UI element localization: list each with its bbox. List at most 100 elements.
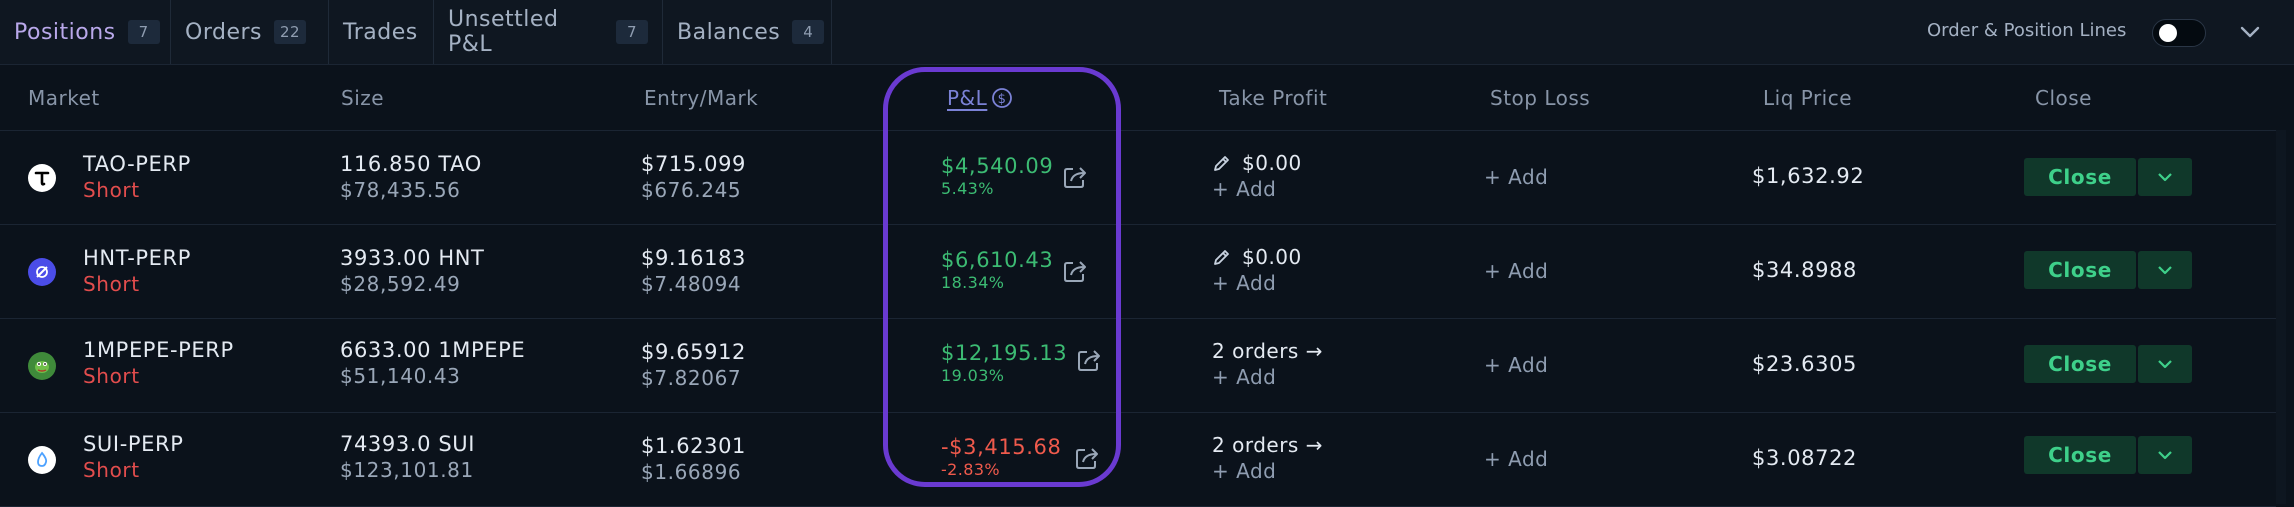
entry-price: $9.16183: [641, 246, 747, 270]
table-row[interactable]: TAO-PERP Short 116.850 TAO $78,435.56 $7…: [0, 131, 2276, 225]
take-profit-edit[interactable]: $0.00: [1212, 244, 1302, 270]
column-entry-mark: Entry/Mark: [644, 86, 759, 110]
position-size: 116.850 TAO: [340, 152, 482, 176]
market-name[interactable]: SUI-PERP: [83, 431, 183, 457]
take-profit-orders-link[interactable]: 2 orders →: [1212, 432, 1323, 458]
add-stop-loss-button[interactable]: + Add: [1484, 164, 1548, 190]
tab-balances[interactable]: Balances 4: [663, 0, 832, 64]
column-pnl[interactable]: P&L $: [947, 86, 1013, 110]
column-size: Size: [341, 86, 385, 110]
pnl-percent: 19.03%: [941, 366, 1005, 385]
sui-icon: [28, 446, 56, 474]
table-row[interactable]: SUI-PERP Short 74393.0 SUI $123,101.81 $…: [0, 413, 2276, 507]
liq-price: $34.8988: [1752, 258, 1858, 282]
pnl-percent: -2.83%: [941, 460, 1001, 479]
count-badge: 7: [616, 20, 648, 44]
take-profit-value: $0.00: [1242, 245, 1302, 269]
take-profit-edit[interactable]: $0.00: [1212, 150, 1302, 176]
tab-positions[interactable]: Positions 7: [0, 0, 171, 64]
tab-trades[interactable]: Trades: [329, 0, 434, 64]
pencil-icon: [1214, 250, 1229, 265]
pnl-value: $12,195.13: [941, 341, 1068, 365]
tab-label: Balances: [677, 19, 781, 45]
dollar-circle-icon[interactable]: $: [991, 87, 1013, 109]
tab-label: Orders: [185, 19, 262, 45]
column-liq-price: Liq Price: [1763, 86, 1853, 110]
table-scrollbar[interactable]: [2276, 130, 2286, 504]
share-icon[interactable]: [1076, 347, 1104, 373]
add-stop-loss-button[interactable]: + Add: [1484, 446, 1548, 472]
position-side: Short: [83, 458, 140, 482]
mark-price: $7.48094: [641, 272, 742, 296]
market-name[interactable]: HNT-PERP: [83, 245, 191, 271]
chevron-down-icon: [2240, 26, 2260, 38]
add-take-profit-button[interactable]: + Add: [1212, 364, 1323, 390]
share-icon[interactable]: [1074, 445, 1102, 471]
table-row[interactable]: HNT-PERP Short 3933.00 HNT $28,592.49 $9…: [0, 225, 2276, 319]
count-badge: 7: [127, 20, 160, 44]
column-take-profit: Take Profit: [1219, 86, 1328, 110]
table-row[interactable]: 1MPEPE-PERP Short 6633.00 1MPEPE $51,140…: [0, 319, 2276, 413]
close-options-dropdown[interactable]: [2138, 436, 2192, 474]
count-badge: 4: [792, 20, 825, 44]
entry-price: $9.65912: [641, 340, 747, 364]
tab-orders[interactable]: Orders 22: [171, 0, 329, 64]
close-position-button[interactable]: Close: [2024, 436, 2136, 474]
order-position-lines-label: Order & Position Lines: [1927, 20, 2127, 41]
table-header: Market Size Entry/Mark P&L $ Take Profit…: [0, 64, 2276, 131]
add-stop-loss-button[interactable]: + Add: [1484, 352, 1548, 378]
collapse-panel-button[interactable]: [2236, 20, 2264, 44]
pnl-value: $6,610.43: [941, 248, 1054, 272]
position-side: Short: [83, 272, 140, 296]
add-take-profit-button[interactable]: + Add: [1212, 458, 1323, 484]
pnl-value: -$3,415.68: [941, 435, 1062, 459]
position-side: Short: [83, 364, 140, 388]
tab-bar: Positions 7 Orders 22 Trades Unsettled P…: [0, 0, 2294, 65]
column-market: Market: [28, 86, 100, 110]
chevron-down-icon: [2158, 173, 2172, 182]
market-name[interactable]: TAO-PERP: [83, 151, 191, 177]
mark-price: $1.66896: [641, 460, 742, 484]
share-icon[interactable]: [1062, 258, 1090, 284]
take-profit-orders-link[interactable]: 2 orders →: [1212, 338, 1323, 364]
add-stop-loss-button[interactable]: + Add: [1484, 258, 1548, 284]
pnl-value: $4,540.09: [941, 154, 1054, 178]
position-size: 3933.00 HNT: [340, 246, 485, 270]
mark-price: $7.82067: [641, 366, 742, 390]
close-options-dropdown[interactable]: [2138, 251, 2192, 289]
pepe-icon: [28, 352, 56, 380]
position-size-usd: $51,140.43: [340, 364, 461, 388]
pnl-header-label: P&L: [947, 86, 988, 110]
count-badge: 22: [273, 20, 306, 44]
close-position-button[interactable]: Close: [2024, 158, 2136, 196]
close-position-button[interactable]: Close: [2024, 345, 2136, 383]
position-size-usd: $123,101.81: [340, 458, 474, 482]
pnl-percent: 18.34%: [941, 273, 1005, 292]
take-profit-value: $0.00: [1242, 151, 1302, 175]
add-take-profit-button[interactable]: + Add: [1212, 176, 1302, 202]
close-options-dropdown[interactable]: [2138, 158, 2192, 196]
order-position-lines-toggle[interactable]: [2152, 19, 2206, 47]
liq-price: $3.08722: [1752, 446, 1858, 470]
entry-price: $1.62301: [641, 434, 747, 458]
market-name[interactable]: 1MPEPE-PERP: [83, 337, 234, 363]
svg-text:$: $: [998, 92, 1007, 107]
chevron-down-icon: [2158, 451, 2172, 460]
mark-price: $676.245: [641, 178, 742, 202]
pnl-percent: 5.43%: [941, 179, 994, 198]
share-icon[interactable]: [1062, 164, 1090, 190]
liq-price: $23.6305: [1752, 352, 1858, 376]
helium-icon: [28, 258, 56, 286]
entry-price: $715.099: [641, 152, 747, 176]
tab-label: Trades: [343, 19, 418, 45]
add-take-profit-button[interactable]: + Add: [1212, 270, 1302, 296]
tab-label: Unsettled P&L: [448, 7, 559, 57]
tab-label: Positions: [14, 19, 116, 45]
tab-unsettled-pnl[interactable]: Unsettled P&L 7: [434, 0, 663, 64]
tao-icon: [28, 164, 56, 192]
close-position-button[interactable]: Close: [2024, 251, 2136, 289]
close-options-dropdown[interactable]: [2138, 345, 2192, 383]
column-close: Close: [2035, 86, 2092, 110]
column-stop-loss: Stop Loss: [1490, 86, 1591, 110]
pencil-icon: [1214, 156, 1229, 171]
